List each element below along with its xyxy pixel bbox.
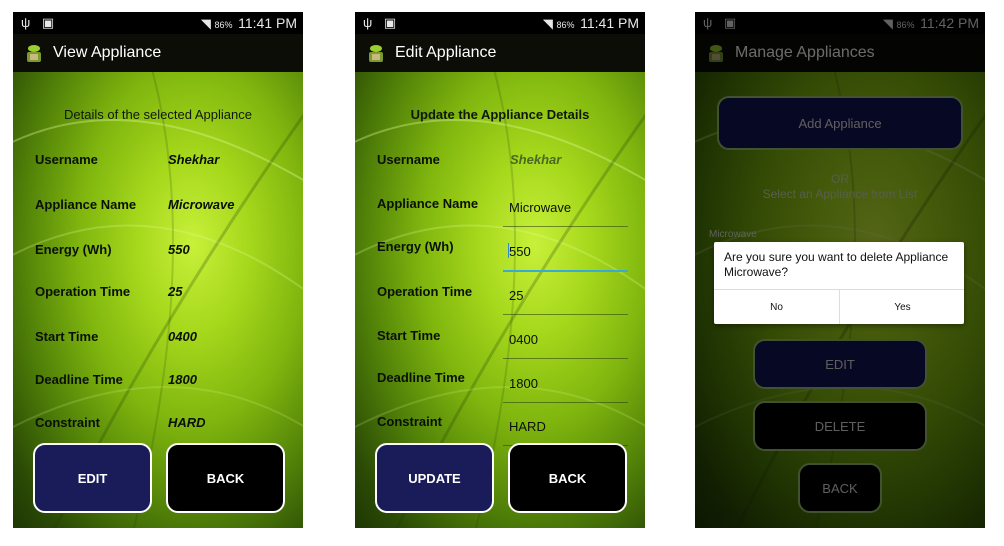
label-operation-time: Operation Time xyxy=(377,284,473,299)
battery-percent: 86% xyxy=(214,20,233,30)
deadline-time-field[interactable]: 1800 xyxy=(503,362,628,403)
operation-time-value: 25 xyxy=(509,288,524,303)
action-bar: Edit Appliance xyxy=(355,34,645,72)
delete-button[interactable]: DELETE xyxy=(753,401,927,451)
status-right: ◥ 86% 11:42 PM xyxy=(883,15,979,32)
dialog-no-button[interactable]: No xyxy=(714,290,839,324)
action-bar: View Appliance xyxy=(13,34,303,72)
energy-field[interactable]: 550 xyxy=(503,230,628,272)
status-right: ◥ 86% 11:41 PM xyxy=(201,15,297,32)
status-left-icons: ψ ▣ xyxy=(703,15,741,30)
label-username: Username xyxy=(377,152,440,167)
constraint-value: HARD xyxy=(509,419,546,434)
battery-percent: 86% xyxy=(896,20,915,30)
label-appliance-name: Appliance Name xyxy=(35,197,137,212)
value-username: Shekhar xyxy=(168,152,220,167)
label-username: Username xyxy=(35,152,98,167)
view-content: Details of the selected Appliance Userna… xyxy=(13,72,303,528)
label-deadline-time: Deadline Time xyxy=(377,370,465,385)
operation-time-field[interactable]: 25 xyxy=(503,274,628,315)
signal-icon: ◥ xyxy=(882,16,893,31)
delete-confirm-dialog: Are you sure you want to delete Applianc… xyxy=(714,242,964,324)
deadline-time-value: 1800 xyxy=(509,376,538,391)
details-heading: Details of the selected Appliance xyxy=(64,107,252,122)
signal-icon: ◥ xyxy=(542,16,553,31)
android-app-icon xyxy=(27,45,41,62)
battery-percent: 86% xyxy=(556,20,575,30)
signal-icon: ◥ xyxy=(200,16,211,31)
energy-value: 550 xyxy=(509,244,531,259)
value-constraint: HARD xyxy=(168,415,206,430)
appliance-name-value: Microwave xyxy=(509,200,572,215)
start-time-field[interactable]: 0400 xyxy=(503,318,628,359)
edit-button[interactable]: EDIT xyxy=(753,339,927,389)
value-appliance-name: Microwave xyxy=(168,197,235,212)
back-button[interactable]: BACK xyxy=(166,443,285,513)
value-username: Shekhar xyxy=(510,152,562,167)
page-title: Manage Appliances xyxy=(735,44,875,61)
add-appliance-button[interactable]: Add Appliance xyxy=(717,96,963,150)
edit-button[interactable]: EDIT xyxy=(33,443,152,513)
view-appliance-screen: ψ ▣ ◥ 86% 11:41 PM View Appliance Detail… xyxy=(13,12,303,528)
select-text: Select an Appliance from List xyxy=(762,187,918,201)
label-energy: Energy (Wh) xyxy=(377,239,454,254)
status-right: ◥ 86% 11:41 PM xyxy=(543,15,639,32)
status-bar: ψ ▣ ◥ 86% 11:42 PM xyxy=(695,12,985,34)
constraint-field[interactable]: HARD xyxy=(503,405,628,446)
status-left-icons: ψ ▣ xyxy=(363,15,401,30)
or-text: OR xyxy=(831,172,849,186)
status-bar: ψ ▣ ◥ 86% 11:41 PM xyxy=(355,12,645,34)
clock: 11:42 PM xyxy=(920,15,979,31)
value-start-time: 0400 xyxy=(168,329,197,344)
android-app-icon xyxy=(709,45,723,62)
label-energy: Energy (Wh) xyxy=(35,242,112,257)
back-button[interactable]: BACK xyxy=(508,443,627,513)
back-button[interactable]: BACK xyxy=(798,463,882,513)
start-time-value: 0400 xyxy=(509,332,538,347)
edit-appliance-screen: ψ ▣ ◥ 86% 11:41 PM Edit Appliance Update… xyxy=(355,12,645,528)
update-heading: Update the Appliance Details xyxy=(410,107,590,122)
manage-appliances-screen: ψ ▣ ◥ 86% 11:42 PM Manage Appliances Add… xyxy=(695,12,985,528)
label-start-time: Start Time xyxy=(35,329,99,344)
value-energy: 550 xyxy=(168,242,190,257)
status-bar: ψ ▣ ◥ 86% 11:41 PM xyxy=(13,12,303,34)
label-deadline-time: Deadline Time xyxy=(35,372,123,387)
page-title: View Appliance xyxy=(53,44,162,61)
edit-content: Update the Appliance Details Username Sh… xyxy=(355,72,645,528)
clock: 11:41 PM xyxy=(580,15,639,31)
update-button[interactable]: UPDATE xyxy=(375,443,494,513)
value-deadline-time: 1800 xyxy=(168,372,197,387)
value-operation-time: 25 xyxy=(168,284,183,299)
label-constraint: Constraint xyxy=(377,414,442,429)
dialog-message: Are you sure you want to delete Applianc… xyxy=(724,250,949,279)
appliance-name-field[interactable]: Microwave xyxy=(503,186,628,227)
android-app-icon xyxy=(369,45,383,62)
dialog-yes-button[interactable]: Yes xyxy=(840,290,965,324)
label-start-time: Start Time xyxy=(377,328,441,343)
label-operation-time: Operation Time xyxy=(35,284,131,299)
label-constraint: Constraint xyxy=(35,415,100,430)
status-left-icons: ψ ▣ xyxy=(21,15,59,30)
clock: 11:41 PM xyxy=(238,15,297,31)
list-item[interactable]: Microwave xyxy=(709,229,757,240)
page-title: Edit Appliance xyxy=(395,44,497,61)
label-appliance-name: Appliance Name xyxy=(377,196,479,211)
action-bar: Manage Appliances xyxy=(695,34,985,72)
